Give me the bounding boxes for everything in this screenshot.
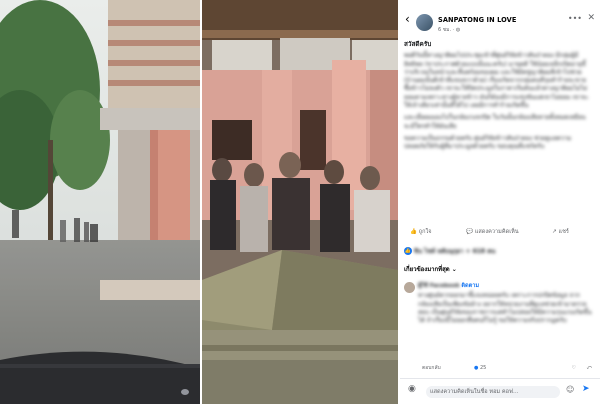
post-paragraph-1: พอดีวันนี้ทางญาติผมไปประชุมเข้าที่ศูนย์ว… xyxy=(404,52,589,110)
post-paragraph-3: ขอความเป็นธรรมด้วยครับ ศูนย์วิจัยข้าวสัน… xyxy=(404,134,572,151)
back-arrow-icon[interactable]: ‹ xyxy=(405,13,410,25)
comment-composer: ◉ แสดงความคิดเห็นในชื่อ ทอม คอฟ… ☺ ➤ xyxy=(400,378,600,404)
comment-header: ผู้ใช้ Facebook ติดตาม xyxy=(418,282,592,290)
comment-count-text: 25 xyxy=(479,365,487,371)
like-label: ถูกใจ xyxy=(418,229,432,235)
photo-building-exterior-art xyxy=(0,0,200,404)
comment-reaction-count: ● 25 xyxy=(474,364,486,372)
thumbs-up-icon: 👍 xyxy=(410,229,417,235)
comment-reply-icon[interactable]: ⤺ xyxy=(587,364,592,372)
page-avatar[interactable] xyxy=(416,14,433,31)
comment-avatar[interactable] xyxy=(404,282,415,293)
comment-input[interactable]: แสดงความคิดเห็นในชื่อ ทอม คอฟ… xyxy=(426,386,560,398)
facebook-post-panel: ‹ SANPATONG IN LOVE 6 ชม. · ◍ ••• ✕ สวัส… xyxy=(400,0,600,404)
more-options-icon[interactable]: ••• xyxy=(568,14,582,23)
post-paragraph-2: และเมื่อผมมองไปในกล้องวงจรปิด ในวันนั้นก… xyxy=(404,114,586,130)
comment-icon: 💬 xyxy=(466,229,473,235)
camera-icon[interactable]: ◉ xyxy=(408,384,416,393)
share-button[interactable]: ↗ แชร์ xyxy=(552,228,569,236)
photo-crowd xyxy=(202,0,398,404)
photo-crowd-art xyxy=(202,0,398,404)
post-body: สวัสดีครับ พอดีวันนี้ทางญาติผมไปประชุมเข… xyxy=(404,40,592,156)
reactions-row[interactable]: 👍 ชิน ไชท์ หลับนุกุยา + 618 คน xyxy=(404,247,596,257)
reply-link[interactable]: ตอบกลับ xyxy=(422,365,441,371)
comment-text: ทางศูนย์ควรออกมาชี้แจงหน่อยครับ เพราะการ… xyxy=(418,292,592,325)
comment-button[interactable]: 💬 แสดงความคิดเห็น xyxy=(466,228,519,236)
post-time: 6 ชม. · ◍ xyxy=(438,27,461,33)
follow-badge[interactable]: ติดตาม xyxy=(461,283,479,289)
sort-label: เกี่ยวข้องมากที่สุด xyxy=(404,266,450,273)
comment-meta: ตอบกลับ ● 25 ♡ ⤺ xyxy=(422,364,592,372)
post-header: ‹ SANPATONG IN LOVE 6 ชม. · ◍ ••• ✕ xyxy=(400,0,600,38)
photo-building-exterior xyxy=(0,0,200,404)
like-icon-small: ● xyxy=(474,365,479,371)
post-time-text: 6 ชม. xyxy=(438,27,452,33)
close-icon[interactable]: ✕ xyxy=(587,13,595,22)
like-reaction-icon: 👍 xyxy=(404,247,412,255)
comment-like-icon[interactable]: ♡ xyxy=(572,364,576,372)
post-greeting: สวัสดีครับ xyxy=(404,40,432,48)
share-icon: ↗ xyxy=(552,229,557,235)
sticker-icon[interactable]: ☺ xyxy=(566,385,574,394)
post-actions: 👍 ถูกใจ 💬 แสดงความคิดเห็น ↗ แชร์ xyxy=(400,228,600,240)
comment-bubble: ผู้ใช้ Facebook ติดตาม ทางศูนย์ควรออกมาช… xyxy=(418,282,592,325)
page-name[interactable]: SANPATONG IN LOVE xyxy=(438,16,517,24)
like-button[interactable]: 👍 ถูกใจ xyxy=(410,228,432,236)
globe-icon: ◍ xyxy=(455,27,461,33)
send-icon[interactable]: ➤ xyxy=(582,384,590,393)
comment-sort-dropdown[interactable]: เกี่ยวข้องมากที่สุด ⌄ xyxy=(404,266,457,274)
share-label: แชร์ xyxy=(558,229,569,235)
comment-author[interactable]: ผู้ใช้ Facebook xyxy=(418,283,460,289)
comment-label: แสดงความคิดเห็น xyxy=(474,229,519,235)
reactions-text: ชิน ไชท์ หลับนุกุยา + 618 คน xyxy=(413,247,496,255)
chevron-down-icon: ⌄ xyxy=(451,266,457,273)
